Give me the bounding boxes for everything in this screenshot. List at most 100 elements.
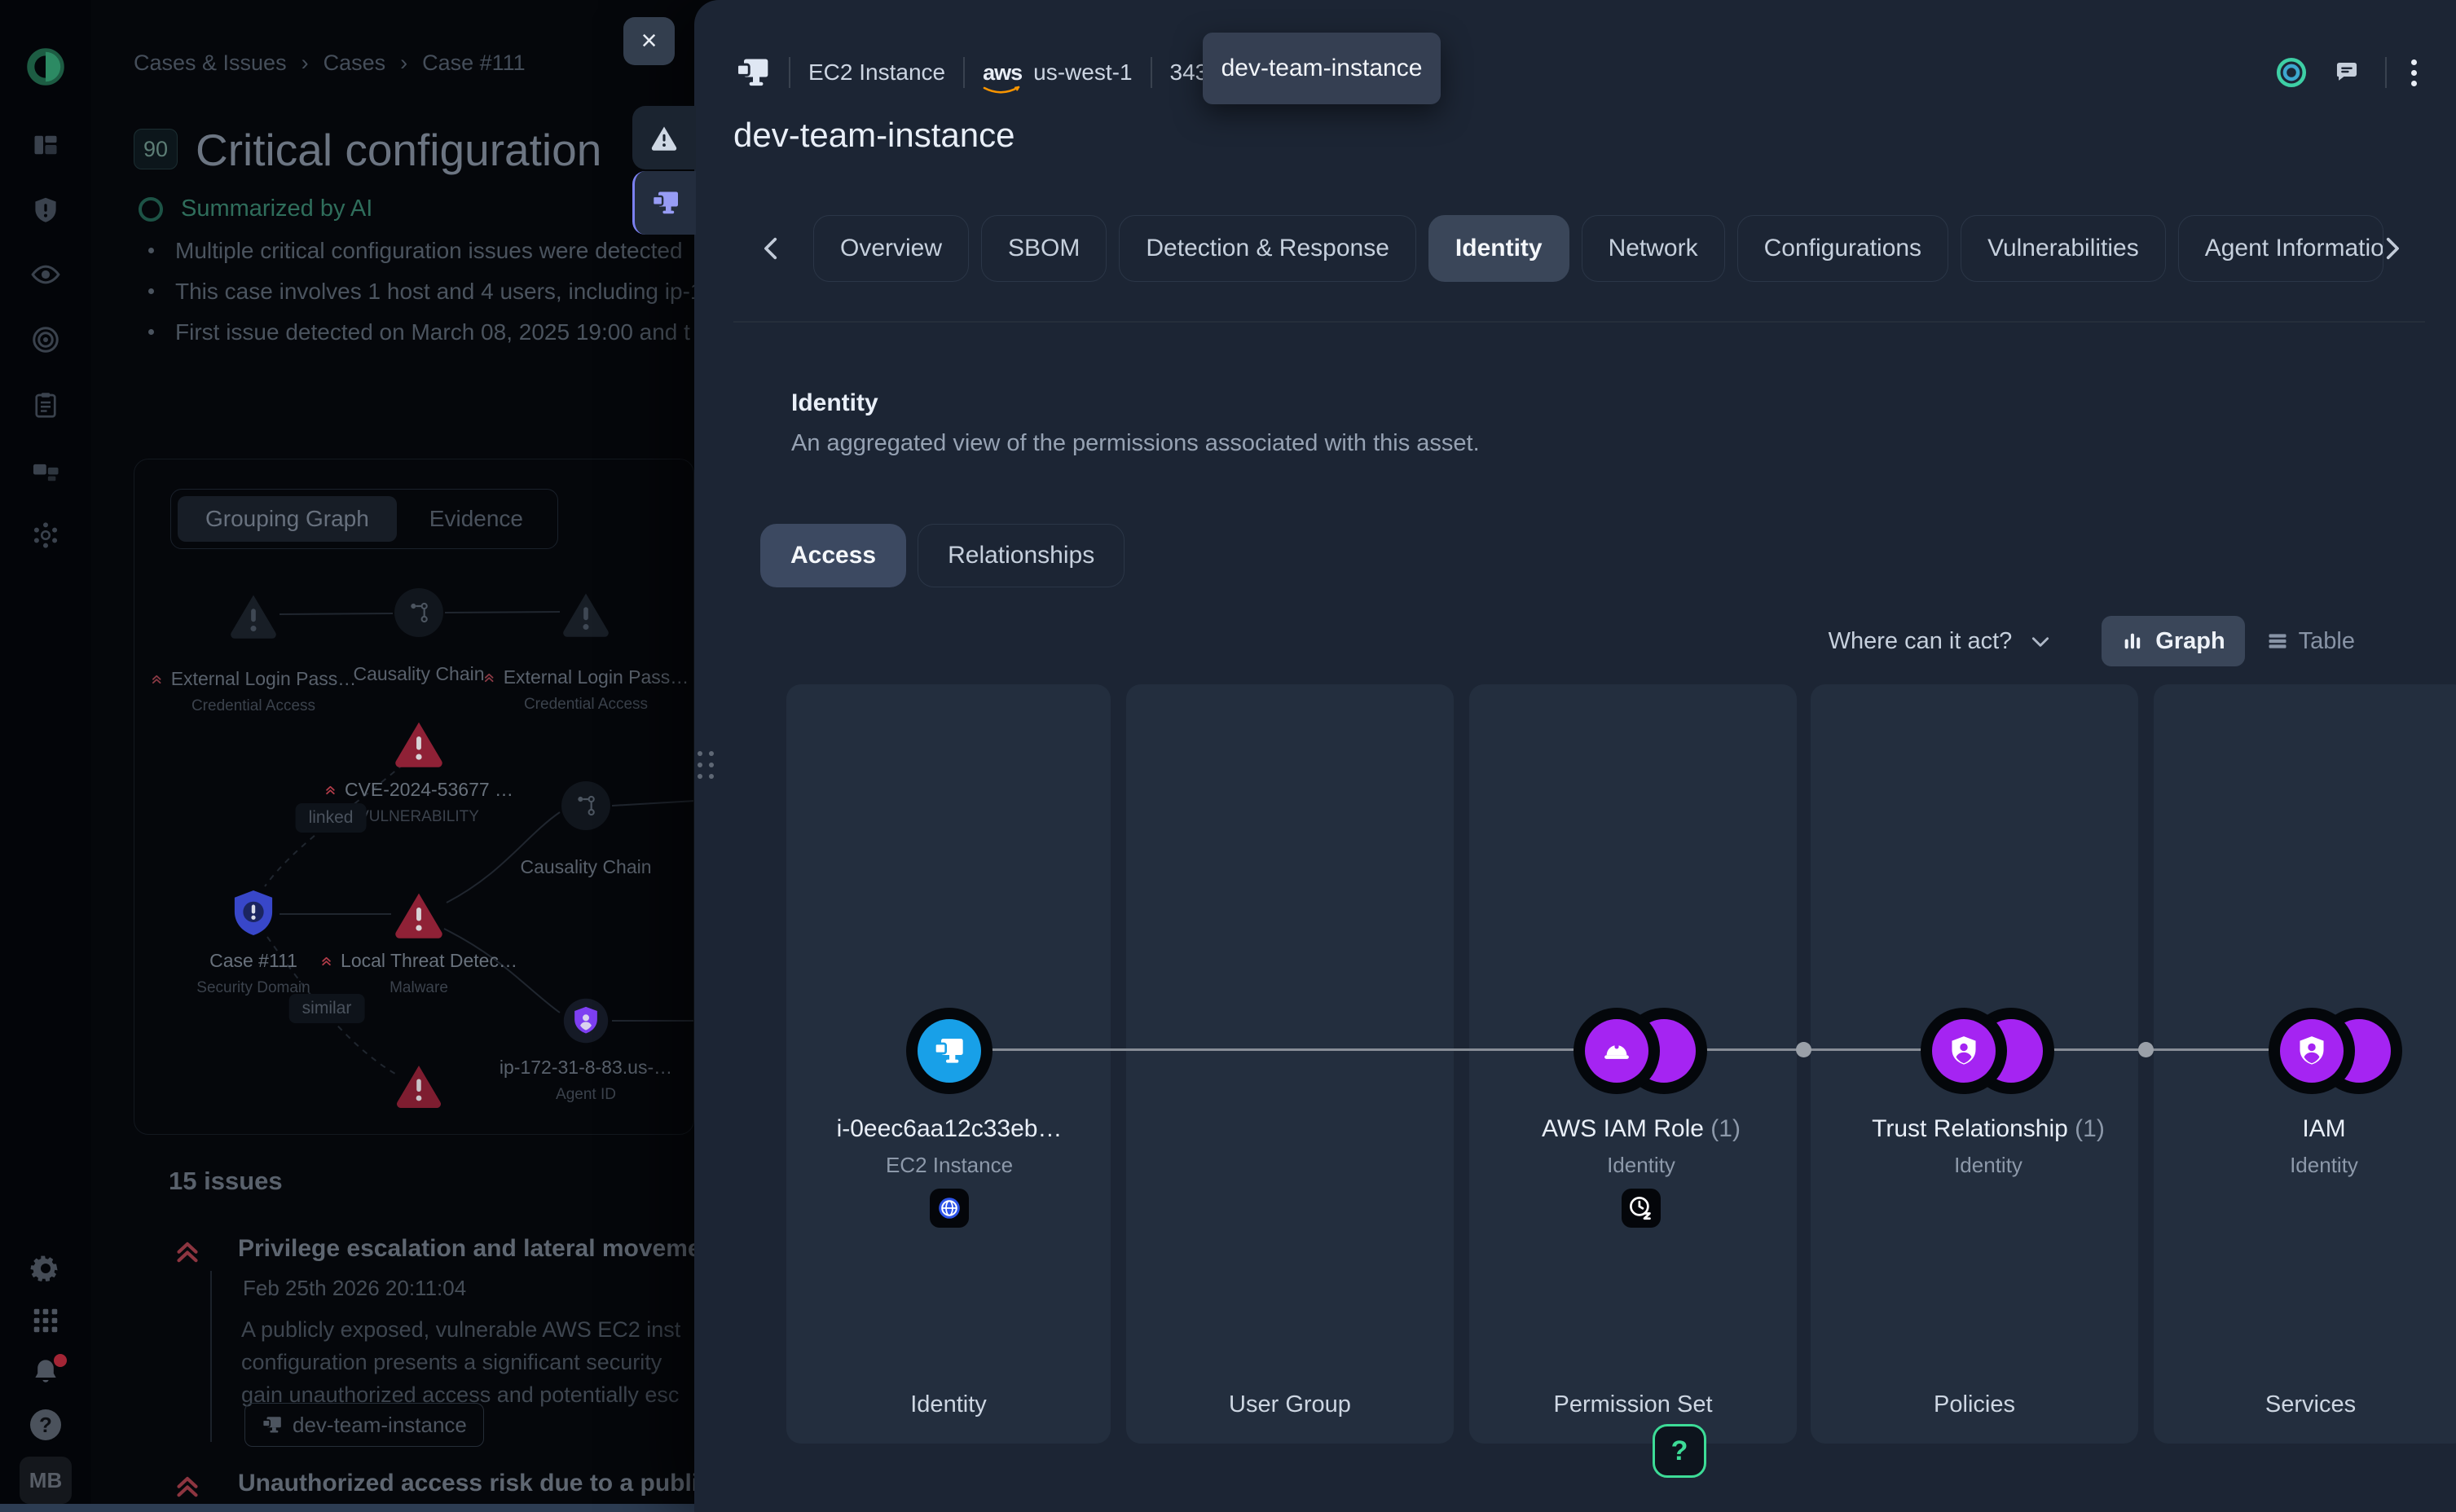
connector-dot xyxy=(2138,1042,2154,1057)
breadcrumb-case-111: Case #111 xyxy=(422,51,526,76)
graph-controls: Where can it act? Graph Table xyxy=(1829,616,2355,666)
left-sidebar: ? MB xyxy=(0,0,91,1512)
shield-alert-icon[interactable] xyxy=(31,196,60,225)
divider xyxy=(2385,57,2387,88)
ai-icon xyxy=(139,197,163,222)
hard-hat-icon xyxy=(1601,1035,1632,1066)
bar-chart-icon xyxy=(2121,630,2144,653)
close-panel-button[interactable]: × xyxy=(623,17,675,65)
clipboard-icon[interactable] xyxy=(31,390,60,420)
ai-rings-icon[interactable] xyxy=(2274,55,2309,90)
ai-summary-header: Summarized by AI xyxy=(139,196,372,222)
mode-toggle: Access Relationships xyxy=(760,524,1125,587)
kebab-menu-icon[interactable] xyxy=(2411,59,2417,86)
severity-critical-icon xyxy=(483,671,495,683)
asset-detail-panel: EC2 Instance aws us-west-1 343059098 dev… xyxy=(694,0,2456,1512)
assets-blocks-icon[interactable] xyxy=(30,455,61,486)
causality-chain-icon xyxy=(561,781,610,830)
asset-title: dev-team-instance xyxy=(733,116,1015,155)
grouping-graph-card: Grouping Graph Evidence External Login P xyxy=(134,459,694,1135)
background-page: Cases & Issues › Cases › Case #111 90 Cr… xyxy=(91,0,694,1512)
help-button[interactable]: ? xyxy=(1653,1424,1706,1478)
alert-triangle-icon xyxy=(394,1061,443,1110)
divider xyxy=(1151,57,1152,88)
globe-icon xyxy=(936,1195,962,1221)
issue-title[interactable]: Privilege escalation and lateral movemen… xyxy=(238,1235,694,1263)
asset-name-tooltip: dev-team-instance xyxy=(1203,33,1441,104)
settings-gear-icon[interactable] xyxy=(30,1253,61,1284)
target-icon[interactable] xyxy=(30,324,61,355)
issue-date: Feb 25th 2026 20:11:04 xyxy=(243,1276,466,1301)
view-graph-button[interactable]: Graph xyxy=(2102,616,2244,666)
dashboard-icon[interactable] xyxy=(31,130,60,160)
breadcrumb-cases-issues[interactable]: Cases & Issues xyxy=(134,51,287,76)
connector-dot xyxy=(1796,1042,1811,1057)
issue-description: A publicly exposed, vulnerable AWS EC2 i… xyxy=(241,1313,680,1411)
chevron-down-icon xyxy=(2030,631,2051,652)
severity-critical-icon xyxy=(324,784,337,796)
cloud-account: aws us-west-1 xyxy=(983,59,1132,86)
help-circle-icon[interactable]: ? xyxy=(30,1409,61,1440)
asset-header: EC2 Instance aws us-west-1 343059098 xyxy=(735,47,1284,98)
attack-path-spark-icon[interactable] xyxy=(30,520,61,551)
shield-user-icon xyxy=(1947,1034,1981,1068)
tab-agent-information[interactable]: Agent Information xyxy=(2178,215,2383,282)
ai-bullet: This case involves 1 host and 4 users, i… xyxy=(148,279,694,305)
tabs-underline xyxy=(733,321,2425,323)
region-label: us-west-1 xyxy=(1033,59,1132,86)
tabs-scroll-right-icon[interactable] xyxy=(2378,235,2405,262)
side-tab-alerts[interactable] xyxy=(632,106,696,169)
internet-facing-badge xyxy=(930,1189,969,1228)
monitor-icon xyxy=(262,1414,283,1435)
issue-timeline xyxy=(210,1271,212,1442)
causality-chain-icon xyxy=(394,588,443,637)
section-heading: Identity xyxy=(791,389,878,417)
shield-user-icon xyxy=(2295,1034,2329,1068)
issue-title[interactable]: Unauthorized access risk due to a public… xyxy=(238,1470,694,1497)
section-description: An aggregated view of the permissions as… xyxy=(791,430,1480,457)
monitor-icon xyxy=(933,1035,966,1067)
severity-critical-icon xyxy=(173,1237,202,1266)
mode-relationships[interactable]: Relationships xyxy=(918,524,1125,587)
apps-grid-icon[interactable] xyxy=(31,1306,60,1335)
ai-bullet: First issue detected on March 08, 2025 1… xyxy=(148,319,690,345)
side-tab-asset-active[interactable] xyxy=(632,171,696,235)
severity-critical-icon xyxy=(151,673,163,685)
monitor-icon xyxy=(735,55,771,90)
case-title: Critical configuration xyxy=(196,124,601,176)
warning-triangle-icon xyxy=(228,590,279,640)
breadcrumb: Cases & Issues › Cases › Case #111 xyxy=(134,51,526,76)
where-can-it-act-dropdown[interactable]: Where can it act? xyxy=(1829,628,2052,655)
notification-dot xyxy=(54,1354,67,1367)
agent-shield-icon xyxy=(560,995,612,1047)
user-avatar[interactable]: MB xyxy=(20,1457,72,1504)
tab-overview[interactable]: Overview xyxy=(813,215,969,282)
app-root: ? MB Cases & Issues › Cases › Case #111 … xyxy=(0,0,2456,1512)
tabs-scroll-left-icon[interactable] xyxy=(758,235,786,262)
panel-resize-handle[interactable] xyxy=(698,751,714,779)
tab-network[interactable]: Network xyxy=(1582,215,1725,282)
view-table-button[interactable]: Table xyxy=(2266,628,2355,655)
tab-detection-response[interactable]: Detection & Response xyxy=(1119,215,1416,282)
asset-chip[interactable]: dev-team-instance xyxy=(244,1403,484,1447)
column-user-group: User Group xyxy=(1126,684,1454,1444)
table-rows-icon xyxy=(2266,630,2289,653)
ai-bullet: Multiple critical configuration issues w… xyxy=(148,238,683,264)
breadcrumb-cases[interactable]: Cases xyxy=(324,51,386,76)
mode-access[interactable]: Access xyxy=(760,524,906,587)
divider xyxy=(963,57,965,88)
tab-identity[interactable]: Identity xyxy=(1428,215,1569,282)
divider xyxy=(789,57,790,88)
breadcrumb-separator: › xyxy=(400,51,407,76)
bottom-strip xyxy=(0,1504,694,1512)
eye-icon[interactable] xyxy=(30,259,61,290)
header-actions xyxy=(2274,47,2417,98)
chat-icon[interactable] xyxy=(2333,59,2361,86)
tab-sbom[interactable]: SBOM xyxy=(981,215,1107,282)
orca-logo-icon[interactable] xyxy=(24,46,67,88)
tab-configurations[interactable]: Configurations xyxy=(1737,215,1948,282)
warning-triangle-icon xyxy=(650,124,678,152)
tab-vulnerabilities[interactable]: Vulnerabilities xyxy=(1961,215,2166,282)
alert-triangle-icon xyxy=(393,717,445,769)
edge-label-linked: linked xyxy=(296,803,367,833)
